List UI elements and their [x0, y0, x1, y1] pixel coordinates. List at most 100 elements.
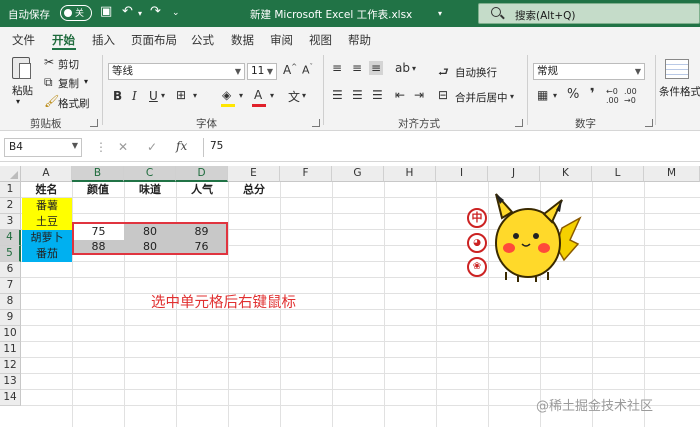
merge-dropdown-icon[interactable]: ▾ [510, 92, 514, 101]
copy-button[interactable]: 复制 [58, 76, 79, 91]
increase-indent-icon[interactable]: ⇥ [414, 88, 424, 102]
row-header-13[interactable]: 13 [0, 374, 21, 390]
row-header-4[interactable]: 4 [0, 230, 21, 246]
borders-dropdown-icon[interactable]: ▾ [193, 91, 197, 100]
cancel-icon[interactable]: ✕ [118, 140, 128, 154]
paste-icon[interactable] [12, 57, 31, 79]
align-bottom-icon[interactable]: ≡ [369, 61, 384, 75]
undo-icon[interactable]: ↶ [122, 4, 133, 19]
autosave-toggle[interactable]: 关 [60, 5, 92, 21]
number-format-select[interactable]: 常规 ▼ [533, 63, 645, 80]
cell-a3[interactable]: 土豆 [22, 214, 72, 230]
copy-dropdown-icon[interactable]: ▾ [84, 77, 88, 86]
paste-dropdown-icon[interactable]: ▾ [16, 97, 20, 106]
tab-insert[interactable]: 插入 [92, 32, 115, 48]
font-color-dropdown-icon[interactable]: ▾ [270, 91, 274, 100]
cut-button[interactable]: 剪切 [58, 57, 79, 72]
name-box[interactable]: B4 ▼ [4, 138, 82, 157]
quick-access-customize-icon[interactable]: ⌄ [172, 8, 180, 18]
align-top-icon[interactable]: ≡ [332, 61, 342, 75]
row-header-14[interactable]: 14 [0, 390, 21, 406]
title-dropdown-icon[interactable]: ▾ [438, 9, 442, 18]
align-middle-icon[interactable]: ≡ [352, 61, 362, 75]
cell-a4[interactable]: 胡萝卜 [22, 230, 72, 246]
column-header-m[interactable]: M [644, 166, 700, 182]
cell-c1[interactable]: 味道 [124, 182, 176, 198]
tab-data[interactable]: 数据 [231, 32, 254, 48]
alignment-launcher-icon[interactable] [515, 119, 523, 127]
tab-file[interactable]: 文件 [12, 32, 35, 48]
font-launcher-icon[interactable] [312, 119, 320, 127]
row-header-1[interactable]: 1 [0, 182, 21, 198]
tab-page-layout[interactable]: 页面布局 [131, 32, 177, 48]
decrease-indent-icon[interactable]: ⇤ [395, 88, 405, 102]
font-color-icon[interactable]: A [254, 88, 262, 102]
row-header-9[interactable]: 9 [0, 310, 21, 326]
decrease-font-icon[interactable]: Aˇ [302, 63, 313, 77]
align-center-icon[interactable]: ☰ [352, 88, 363, 102]
tab-review[interactable]: 审阅 [270, 32, 293, 48]
number-launcher-icon[interactable] [645, 119, 653, 127]
align-left-icon[interactable]: ☰ [332, 88, 343, 102]
orientation-dropdown-icon[interactable]: ▾ [412, 64, 416, 73]
borders-icon[interactable]: ⊞ [176, 88, 186, 102]
column-header-l[interactable]: L [592, 166, 644, 182]
underline-dropdown-icon[interactable]: ▾ [161, 91, 165, 100]
comma-style-icon[interactable]: ❜ [590, 86, 595, 102]
formula-input[interactable]: 75 [203, 138, 700, 157]
column-header-c[interactable]: C [124, 166, 176, 182]
column-header-i[interactable]: I [436, 166, 488, 182]
more-options-icon[interactable]: ⋮ [95, 140, 107, 154]
row-header-11[interactable]: 11 [0, 342, 21, 358]
wrap-text-button[interactable]: 自动换行 [455, 65, 497, 80]
row-header-7[interactable]: 7 [0, 278, 21, 294]
select-all-button[interactable] [0, 166, 21, 182]
accounting-dropdown-icon[interactable]: ▾ [553, 91, 557, 100]
column-header-k[interactable]: K [540, 166, 592, 182]
redo-icon[interactable]: ↷ [150, 4, 161, 19]
column-header-f[interactable]: F [280, 166, 332, 182]
row-header-10[interactable]: 10 [0, 326, 21, 342]
column-header-e[interactable]: E [228, 166, 280, 182]
tab-formulas[interactable]: 公式 [191, 32, 214, 48]
column-header-b[interactable]: B [72, 166, 124, 182]
cell-d1[interactable]: 人气 [176, 182, 228, 198]
tab-help[interactable]: 帮助 [348, 32, 371, 48]
align-right-icon[interactable]: ☰ [372, 88, 383, 102]
row-header-8[interactable]: 8 [0, 294, 21, 310]
fill-color-icon[interactable]: ◈ [222, 88, 231, 102]
decrease-decimal-icon[interactable]: .00 →0 [624, 87, 637, 105]
cell-b1[interactable]: 颜值 [72, 182, 124, 198]
accounting-format-icon[interactable]: ▦ [537, 88, 548, 102]
fill-dropdown-icon[interactable]: ▾ [239, 91, 243, 100]
row-header-2[interactable]: 2 [0, 198, 21, 214]
column-header-h[interactable]: H [384, 166, 436, 182]
row-header-6[interactable]: 6 [0, 262, 21, 278]
cell-a2[interactable]: 番薯 [22, 198, 72, 214]
paste-button[interactable]: 粘贴 [12, 83, 33, 98]
conditional-formatting-button[interactable]: 条件格式 [659, 84, 700, 99]
percent-icon[interactable]: % [567, 87, 579, 102]
merge-center-button[interactable]: 合并后居中 [455, 90, 508, 105]
column-header-j[interactable]: J [488, 166, 540, 182]
cell-a1[interactable]: 姓名 [21, 182, 72, 198]
clipboard-launcher-icon[interactable] [90, 119, 98, 127]
bold-icon[interactable]: B [113, 89, 122, 103]
italic-icon[interactable]: I [132, 89, 137, 103]
row-header-5[interactable]: 5 [0, 246, 21, 262]
column-header-g[interactable]: G [332, 166, 384, 182]
search-box[interactable]: 搜索(Alt+Q) [478, 3, 700, 24]
undo-dropdown-icon[interactable]: ▾ [138, 9, 142, 18]
orientation-icon[interactable]: ab [395, 61, 410, 75]
worksheet-grid[interactable] [0, 162, 700, 427]
insert-function-icon[interactable]: fx [176, 139, 187, 153]
tab-home[interactable]: 开始 [52, 32, 75, 48]
format-painter-button[interactable]: 格式刷 [58, 96, 90, 111]
row-header-12[interactable]: 12 [0, 358, 21, 374]
cell-e1[interactable]: 总分 [228, 182, 280, 198]
row-header-3[interactable]: 3 [0, 214, 21, 230]
column-header-a[interactable]: A [21, 166, 72, 182]
enter-icon[interactable]: ✓ [147, 140, 157, 154]
increase-font-icon[interactable]: A^ [283, 63, 297, 77]
phonetic-icon[interactable]: 文 [288, 88, 300, 105]
